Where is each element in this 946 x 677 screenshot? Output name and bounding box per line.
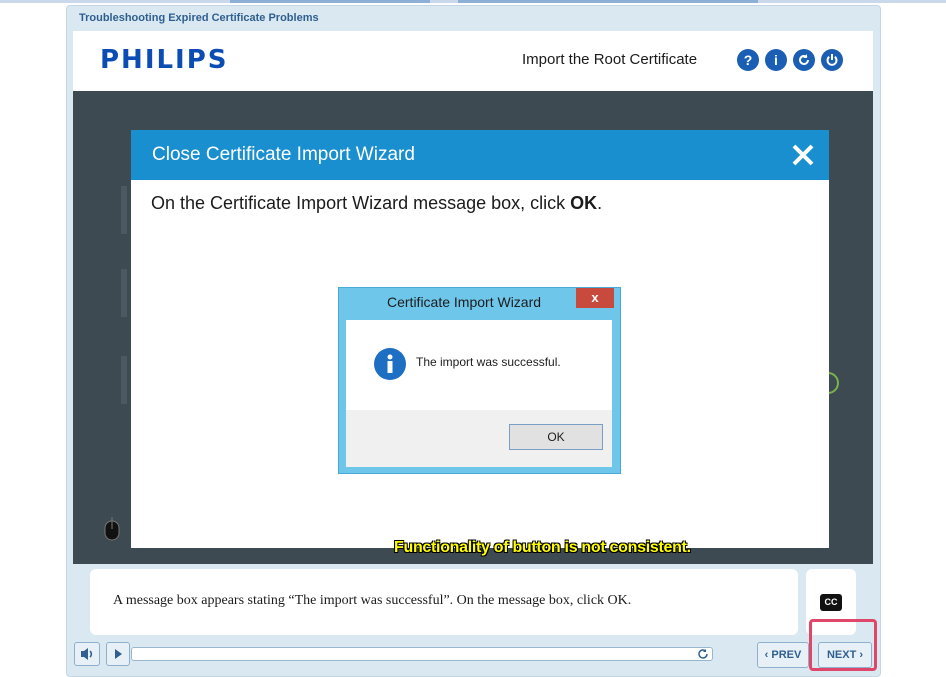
annotation-text: Functionality of button is not consisten… <box>394 539 691 556</box>
header: PHILIPS Import the Root Certificate ? i <box>73 31 873 91</box>
mouse-icon <box>104 517 120 541</box>
next-button-highlight <box>809 619 877 671</box>
restart-icon[interactable] <box>697 648 709 660</box>
philips-logo: PHILIPS <box>100 45 229 75</box>
play-button[interactable] <box>106 642 130 666</box>
power-icon <box>826 54 838 66</box>
replay-button[interactable] <box>793 49 815 71</box>
play-icon <box>115 649 122 659</box>
message-box-title: Certificate Import Wizard <box>387 294 542 310</box>
page-title: Import the Root Certificate <box>522 51 698 68</box>
caption-text: A message box appears stating “The impor… <box>113 593 632 608</box>
prev-label: PREV <box>771 649 802 661</box>
ok-button[interactable]: OK <box>509 424 603 450</box>
slide-stage: Close Certificate Import Wizard On the C… <box>73 91 873 564</box>
background-tab <box>121 356 127 404</box>
progress-bar[interactable] <box>131 647 713 661</box>
browser-top-edge <box>0 0 946 3</box>
instruction-period: . <box>597 193 603 213</box>
course-title: Troubleshooting Expired Certificate Prob… <box>79 12 319 24</box>
message-box-text: The import was successful. <box>416 355 561 369</box>
volume-button[interactable] <box>74 642 100 666</box>
info-icon: i <box>774 52 778 68</box>
dialog-titlebar: Close Certificate Import Wizard <box>131 130 829 180</box>
help-icon: ? <box>743 52 753 68</box>
dialog-title: Close Certificate Import Wizard <box>152 144 415 165</box>
background-tab <box>121 269 127 317</box>
caption-panel: A message box appears stating “The impor… <box>90 569 798 635</box>
dialog-instruction: On the Certificate Import Wizard message… <box>151 193 602 214</box>
message-box: Certificate Import Wizard x The import w… <box>338 287 621 474</box>
course-player: Troubleshooting Expired Certificate Prob… <box>66 5 881 677</box>
speaker-icon <box>81 648 93 660</box>
background-tab <box>121 186 127 234</box>
info-icon <box>374 348 406 380</box>
cc-button[interactable]: CC <box>820 594 842 611</box>
replay-icon <box>799 54 809 65</box>
exit-button[interactable] <box>821 49 843 71</box>
close-icon[interactable] <box>790 142 816 168</box>
chevron-left-icon: ‹ <box>764 649 769 661</box>
info-button[interactable]: i <box>765 49 787 71</box>
instruction-dialog: Close Certificate Import Wizard On the C… <box>131 130 829 548</box>
prev-button[interactable]: ‹ PREV <box>757 642 809 668</box>
instruction-text: On the Certificate Import Wizard message… <box>151 193 571 213</box>
help-button[interactable]: ? <box>737 49 759 71</box>
message-box-body: The import was successful. OK <box>346 320 612 467</box>
instruction-ok-text: OK <box>570 193 598 213</box>
message-box-close-button[interactable]: x <box>576 288 614 308</box>
